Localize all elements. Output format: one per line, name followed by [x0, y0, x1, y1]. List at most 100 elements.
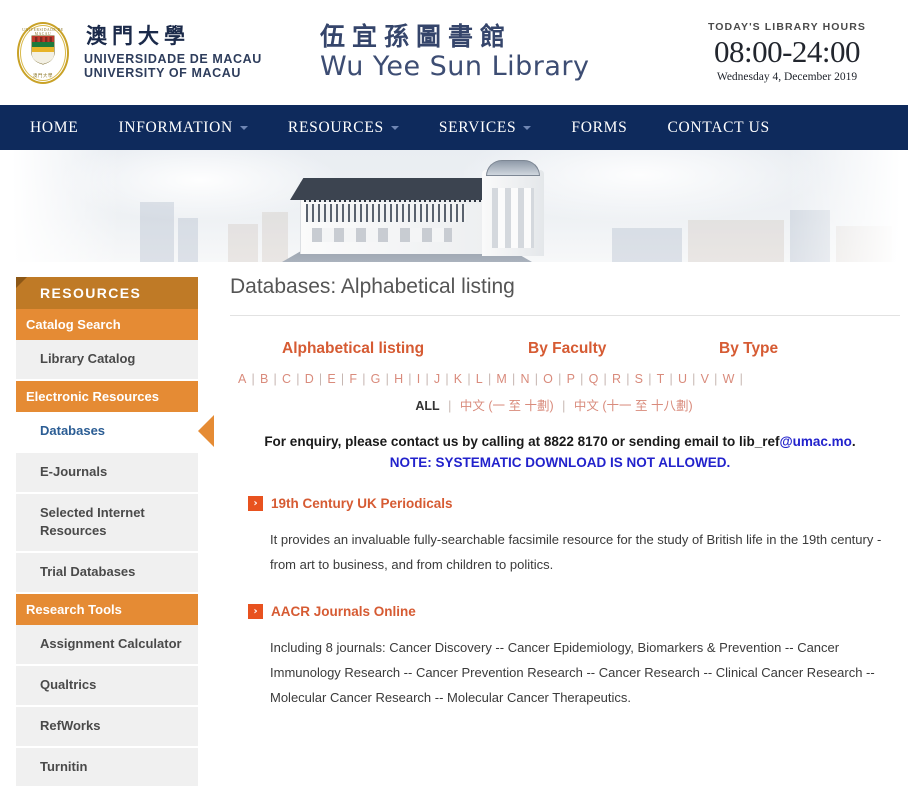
separator: | [512, 372, 516, 386]
separator: | [445, 372, 449, 386]
library-name-cn: 伍宜孫圖書館 [320, 22, 513, 52]
university-name-en: UNIVERSITY OF MACAU [84, 65, 242, 80]
nav-item-label: RESOURCES [287, 118, 384, 136]
alphabet-link-all[interactable]: ALL [415, 399, 439, 413]
alphabet-link-b[interactable]: B [260, 372, 269, 386]
sidebar-item-databases[interactable]: Databases [16, 411, 214, 453]
database-title-link[interactable]: 19th Century UK Periodicals [271, 496, 453, 511]
alphabet-link-a[interactable]: A [238, 372, 247, 386]
library-hours-time: 08:00-24:00 [713, 34, 861, 70]
crest-shield-icon [31, 35, 55, 65]
chevron-right-icon: › [248, 603, 263, 619]
alphabet-link-chinese-1-10[interactable]: 中文 (一 至 十劃) [460, 399, 554, 413]
nav-item-label: CONTACT US [667, 118, 770, 136]
sidebar-item-turnitin[interactable]: Turnitin [16, 747, 198, 787]
nav-item-contact-us[interactable]: CONTACT US [667, 119, 791, 137]
separator: | [385, 372, 390, 386]
alphabet-link-c[interactable]: C [282, 372, 291, 386]
alphabet-link-v[interactable]: V [701, 372, 710, 386]
separator: | [626, 372, 630, 386]
separator: | [340, 372, 345, 386]
tab-by-faculty[interactable]: By Faculty [520, 340, 715, 358]
chevron-down-icon [239, 125, 248, 130]
alphabet-link-g[interactable]: G [371, 372, 381, 386]
alphabet-secondary-links: ALL | 中文 (一 至 十劃) | 中文 (十一 至 十八劃) [230, 395, 908, 414]
library-title[interactable]: 伍宜孫圖書館 Wu Yee Sun Library [300, 23, 678, 81]
alphabet-link-l[interactable]: L [476, 372, 483, 386]
sidebar-item-qualtrics[interactable]: Qualtrics [16, 665, 198, 707]
library-building [282, 160, 612, 262]
nav-item-label: INFORMATION [118, 118, 233, 136]
alphabet-link-s[interactable]: S [635, 372, 644, 386]
nav-item-label: HOME [30, 118, 79, 136]
separator: | [467, 372, 471, 386]
sidebar-group-label: Catalog Search [26, 317, 121, 332]
university-brand[interactable]: UNIVERSIDADE DE MACAU 澳門大學 澳門大學 UNIVERSI… [0, 16, 300, 90]
nav-item-forms[interactable]: FORMS [571, 119, 649, 137]
sidebar-item-refworks[interactable]: RefWorks [16, 706, 198, 748]
enquiry-email-link[interactable]: @umac.mo [779, 434, 851, 449]
alphabet-link-h[interactable]: H [394, 372, 403, 386]
sidebar-group-label: Electronic Resources [26, 388, 159, 404]
chevron-down-icon [390, 125, 399, 130]
separator: | [273, 372, 277, 386]
alphabet-link-w[interactable]: W [723, 372, 735, 386]
separator: | [669, 372, 673, 386]
nav-item-resources[interactable]: RESOURCES [288, 119, 421, 137]
sidebar-item-label: Databases [40, 422, 106, 438]
library-banner-image [0, 150, 908, 262]
database-entry: › 19th Century UK Periodicals It provide… [230, 496, 908, 578]
corner-fold-icon [16, 277, 27, 288]
sidebar-item-trial-databases[interactable]: Trial Databases [16, 553, 198, 595]
alphabet-link-q[interactable]: Q [589, 372, 599, 386]
sidebar-item-label: RefWorks [40, 717, 101, 733]
sidebar-item-label: Selected Internet Resources [40, 504, 145, 539]
nav-item-information[interactable]: INFORMATION [118, 119, 269, 137]
alphabet-link-m[interactable]: M [496, 372, 507, 386]
sidebar: RESOURCES Catalog Search Library Catalog… [16, 277, 214, 787]
main-content: Databases: Alphabetical listing Alphabet… [198, 262, 908, 787]
separator: | [448, 399, 452, 413]
separator: | [251, 372, 255, 386]
sidebar-group-research-tools[interactable]: Research Tools [16, 594, 198, 626]
library-name-en: Wu Yee Sun Library [320, 50, 590, 82]
separator: | [580, 372, 584, 386]
database-title-link[interactable]: AACR Journals Online [271, 604, 416, 619]
sidebar-title: RESOURCES [16, 277, 198, 309]
database-description: It provides an invaluable fully-searchab… [270, 532, 882, 573]
alphabet-link-o[interactable]: O [543, 372, 553, 386]
sidebar-item-e-journals[interactable]: E-Journals [16, 452, 198, 494]
tab-by-type[interactable]: By Type [715, 340, 898, 358]
nav-item-home[interactable]: HOME [30, 119, 100, 137]
tab-label: Alphabetical listing [282, 340, 425, 357]
chevron-down-icon [523, 125, 532, 130]
site-header: UNIVERSIDADE DE MACAU 澳門大學 澳門大學 UNIVERSI… [0, 0, 908, 105]
database-entry: › AACR Journals Online Including 8 journ… [230, 603, 908, 711]
sidebar-group-catalog-search[interactable]: Catalog Search [16, 309, 198, 340]
alphabet-link-chinese-11-18[interactable]: 中文 (十一 至 十八劃) [574, 399, 693, 413]
separator: | [562, 399, 566, 413]
tab-label: By Type [719, 340, 779, 357]
alphabet-link-e[interactable]: E [327, 372, 336, 386]
sidebar-item-assignment-calculator[interactable]: Assignment Calculator [16, 625, 198, 666]
tab-alphabetical-listing[interactable]: Alphabetical listing [230, 340, 520, 358]
crest-ring-text-bottom: 澳門大學 [33, 72, 53, 78]
separator: | [362, 372, 366, 386]
alphabet-link-r[interactable]: R [612, 372, 621, 386]
separator: | [692, 372, 696, 386]
library-hours-label: TODAY'S LIBRARY HOURS [707, 20, 867, 33]
sidebar-group-electronic-resources[interactable]: Electronic Resources [16, 380, 198, 412]
sidebar-item-selected-internet-resources[interactable]: Selected Internet Resources [16, 493, 198, 554]
systematic-download-note: NOTE: SYSTEMATIC DOWNLOAD IS NOT ALLOWED… [389, 455, 731, 470]
alphabet-link-n[interactable]: N [520, 372, 529, 386]
nav-item-label: SERVICES [438, 118, 517, 136]
separator: | [714, 372, 718, 386]
alphabet-link-d[interactable]: D [305, 372, 314, 386]
tab-label: By Faculty [528, 340, 607, 357]
alphabet-link-p[interactable]: P [567, 372, 576, 386]
alphabet-link-u[interactable]: U [678, 372, 687, 386]
nav-item-services[interactable]: SERVICES [439, 119, 554, 137]
separator: | [487, 372, 492, 386]
sidebar-item-library-catalog[interactable]: Library Catalog [16, 340, 198, 381]
enquiry-email-local: lib_ref [738, 434, 780, 449]
